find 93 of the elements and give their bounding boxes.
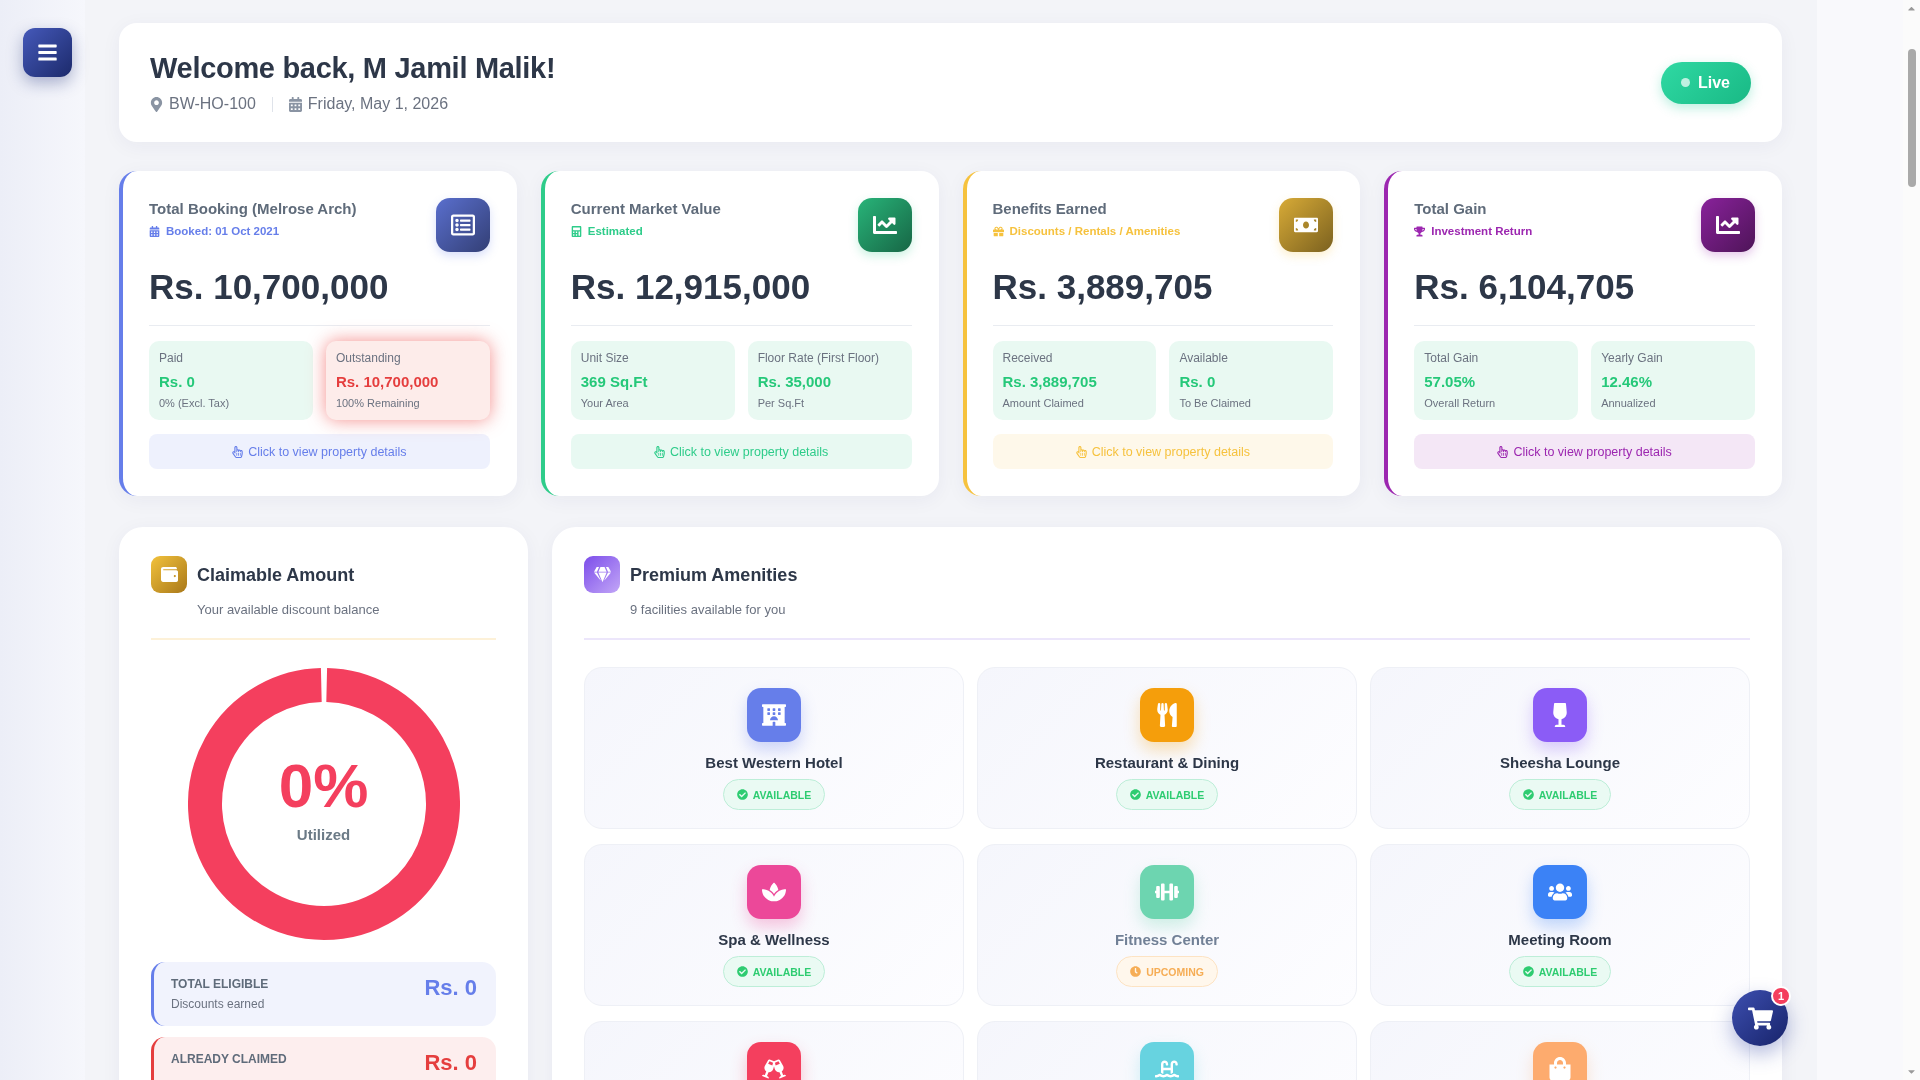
tile-note: Annualized <box>1601 396 1657 411</box>
tile-note: Overall Return <box>1424 396 1497 411</box>
amenity-card[interactable]: Best Western Hotel AVAILABLE <box>584 667 964 829</box>
card-title: Benefits Earned <box>992 199 1108 219</box>
status-label: AVAILABLE <box>752 788 812 801</box>
menu-button[interactable] <box>23 28 72 77</box>
card-title: Current Market Value <box>570 199 721 219</box>
percent-value: 0% <box>278 751 369 821</box>
summary-value: Rs. 0 <box>424 974 477 1002</box>
amenity-name: Spa & Wellness <box>718 930 830 950</box>
welcome-title: Welcome back, M Jamil Malik! <box>150 51 556 86</box>
card-value: Rs. 6,104,705 <box>1414 266 1636 308</box>
amenity-card[interactable]: Spa & Wellness AVAILABLE <box>584 844 964 1006</box>
card-title: Total Booking (Melrose Arch) <box>149 199 357 219</box>
tile-value: 57.05% <box>1424 372 1477 392</box>
map-pin-icon <box>150 96 163 112</box>
status-dot-icon <box>1681 78 1690 87</box>
summary-note: Discounts earned <box>171 996 266 1012</box>
gem-icon <box>584 556 620 593</box>
amenity-card[interactable]: Meeting Room AVAILABLE <box>1370 844 1750 1006</box>
card-subtitle: Estimated <box>587 224 643 239</box>
utilized-label: Utilized <box>296 825 351 845</box>
calculator-icon <box>570 225 582 237</box>
tile-value: Rs. 0 <box>1179 372 1217 392</box>
tile-note: 0% (Excl. Tax) <box>159 396 231 411</box>
amenity-name: Best Western Hotel <box>705 753 843 773</box>
card-subtitle: Investment Return <box>1431 224 1533 239</box>
card-title: Total Gain <box>1414 199 1488 219</box>
gift-icon <box>992 225 1004 237</box>
wallet-icon <box>151 556 187 593</box>
cart-icon <box>1747 1005 1773 1031</box>
card-subtitle: Booked: 01 Oct 2021 <box>166 224 280 239</box>
panel-subtitle: Your available discount balance <box>196 601 381 619</box>
tile-value: Rs. 35,000 <box>757 372 832 392</box>
tile-label: Unit Size <box>580 350 630 366</box>
tile-note: Your Area <box>580 396 630 411</box>
amenity-card[interactable]: Restaurant & Dining AVAILABLE <box>977 667 1357 829</box>
card-value: Rs. 3,889,705 <box>992 266 1214 308</box>
amenity-card[interactable]: Fitness Center UPCOMING <box>977 844 1357 1006</box>
panel-subtitle: 9 facilities available for you <box>629 601 787 619</box>
trophy-icon <box>1414 225 1426 237</box>
tile-label: Received <box>1002 350 1054 366</box>
hand-pointer-icon <box>232 445 244 458</box>
location-text: BW-HO-100 <box>169 94 256 114</box>
tile-value: 369 Sq.Ft <box>580 372 649 392</box>
hand-pointer-icon <box>1075 445 1087 458</box>
tile-value: 12.46% <box>1601 372 1653 392</box>
calendar-icon <box>288 96 302 112</box>
calendar-icon <box>149 225 160 237</box>
status-label: UPCOMING <box>1146 965 1204 978</box>
amenity-name: Fitness Center <box>1114 930 1220 950</box>
tile-label: Paid <box>159 350 185 366</box>
tile-value: Rs. 0 <box>159 372 196 392</box>
summary-label: TOTAL ELIGIBLE <box>171 976 269 992</box>
clock-icon <box>1130 966 1142 977</box>
tile-note: 100% Remaining <box>335 396 421 411</box>
tile-label: Total Gain <box>1424 350 1480 366</box>
summary-value: Rs. 0 <box>424 1049 477 1077</box>
tile-label: Yearly Gain <box>1601 350 1664 366</box>
panel-title: Claimable Amount <box>197 563 355 587</box>
tile-note: Amount Claimed <box>1002 396 1085 411</box>
tile-note: Per Sq.Ft <box>757 396 806 411</box>
summary-label: ALREADY CLAIMED <box>171 1051 287 1067</box>
status-label: AVAILABLE <box>1538 965 1598 978</box>
list-icon <box>435 198 490 252</box>
amenity-name: Meeting Room <box>1508 930 1612 950</box>
date-text: Friday, May 1, 2026 <box>307 94 449 114</box>
card-value: Rs. 10,700,000 <box>149 266 390 308</box>
menu-icon <box>37 42 58 63</box>
tile-label: Outstanding <box>335 350 402 366</box>
status-label: Live <box>1698 73 1730 92</box>
amenity-name: Restaurant & Dining <box>1094 753 1240 773</box>
count-badge: 1 <box>1771 986 1791 1006</box>
panel-title: Premium Amenities <box>630 563 798 587</box>
tile-label: Available <box>1179 350 1229 366</box>
tile-value: Rs. 3,889,705 <box>1002 372 1098 392</box>
chart-line-icon <box>857 198 912 252</box>
status-label: AVAILABLE <box>1538 788 1598 801</box>
status-label: AVAILABLE <box>752 965 812 978</box>
hand-pointer-icon <box>1497 445 1509 458</box>
scrollbar-thumb[interactable] <box>1907 49 1916 187</box>
tile-value: Rs. 10,700,000 <box>335 372 440 392</box>
amenity-card[interactable]: Sheesha Lounge AVAILABLE <box>1370 667 1750 829</box>
tile-label: Floor Rate (First Floor) <box>757 350 880 366</box>
tile-note: To Be Claimed <box>1179 396 1252 411</box>
card-subtitle: Discounts / Rentals / Amenities <box>1009 224 1181 239</box>
amenity-name: Sheesha Lounge <box>1500 753 1620 773</box>
details-link[interactable]: Click to view property details <box>1414 434 1755 469</box>
money-bill-icon <box>1279 198 1334 252</box>
chart-line-icon <box>1701 198 1755 252</box>
status-label: AVAILABLE <box>1145 788 1205 801</box>
card-value: Rs. 12,915,000 <box>570 266 812 308</box>
hand-pointer-icon <box>653 445 665 458</box>
